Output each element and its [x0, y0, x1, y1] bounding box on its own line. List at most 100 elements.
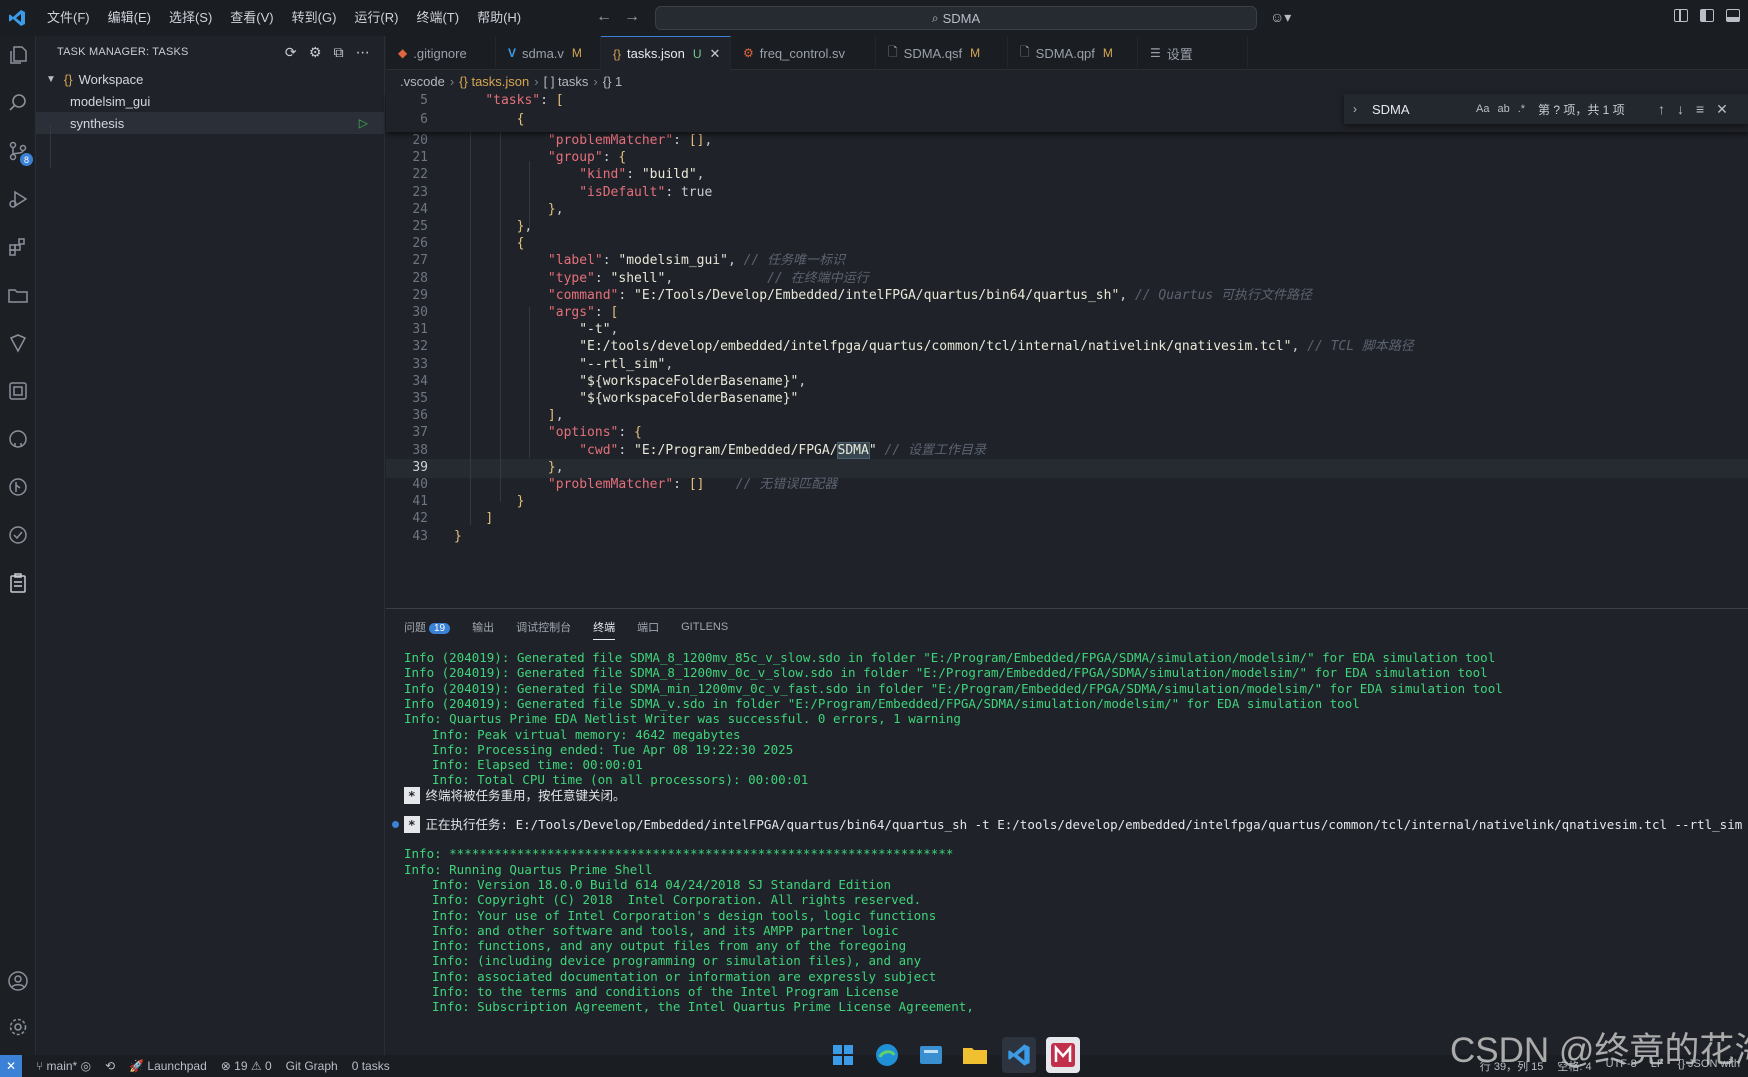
- tab-gitlens[interactable]: GITLENS: [681, 621, 728, 633]
- code-editor[interactable]: 5 "tasks": [6 { 20 "problemMatcher": [],…: [386, 92, 1748, 608]
- find-input[interactable]: SDMA: [1366, 102, 1476, 117]
- tasks-indicator[interactable]: 0 tasks: [352, 1059, 390, 1073]
- tab-debug-console[interactable]: 调试控制台: [516, 619, 571, 635]
- sync-icon[interactable]: ⟲: [105, 1059, 115, 1073]
- modelsim-taskbar-icon[interactable]: [1046, 1037, 1080, 1073]
- code-line[interactable]: 31 "-t",: [386, 321, 1748, 340]
- vscode-taskbar-icon[interactable]: [1002, 1037, 1036, 1073]
- back-arrow-icon[interactable]: ←: [596, 8, 612, 26]
- breadcrumb-item[interactable]: [ ] tasks: [544, 74, 589, 89]
- toggle-panel-icon[interactable]: [1726, 9, 1740, 22]
- tab-freq-control[interactable]: ⚙ freq_control.sv: [731, 36, 876, 70]
- gitlens-icon[interactable]: [3, 328, 33, 358]
- tab-sdma-v[interactable]: V sdma.v M: [496, 36, 601, 70]
- branch-indicator[interactable]: ⑂ main* ◎: [36, 1059, 91, 1073]
- breadcrumb-item[interactable]: .vscode: [400, 74, 445, 89]
- menu-terminal[interactable]: 终端(T): [407, 0, 468, 36]
- code-line[interactable]: 35 "${workspaceFolderBasename}": [386, 390, 1748, 409]
- menu-selection[interactable]: 选择(S): [160, 0, 221, 36]
- code-line[interactable]: 34 "${workspaceFolderBasename}",: [386, 373, 1748, 392]
- copilot-icon[interactable]: ☺▾: [1270, 9, 1291, 26]
- command-center-search[interactable]: ⌕ SDMA: [655, 6, 1257, 30]
- testing-icon[interactable]: [3, 520, 33, 550]
- tab-sdma-qsf[interactable]: 🗋 SDMA.qsf M: [876, 36, 1008, 70]
- menu-help[interactable]: 帮助(H): [468, 0, 530, 36]
- code-line[interactable]: 37 "options": {: [386, 424, 1748, 443]
- edge-browser-icon[interactable]: [870, 1037, 904, 1073]
- forward-arrow-icon[interactable]: →: [624, 8, 640, 26]
- customize-layout-icon[interactable]: [1674, 9, 1688, 22]
- windows-start-icon[interactable]: [826, 1037, 860, 1073]
- toggle-sidebar-icon[interactable]: [1700, 9, 1714, 22]
- launchpad-item[interactable]: 🚀 Launchpad: [129, 1059, 207, 1073]
- tab-settings[interactable]: ☰ 设置: [1138, 36, 1248, 70]
- task-manager-icon[interactable]: [3, 568, 33, 598]
- breadcrumb-item[interactable]: {} 1: [603, 74, 623, 89]
- menu-view[interactable]: 查看(V): [221, 0, 282, 36]
- match-case-toggle[interactable]: Aa: [1476, 103, 1489, 115]
- code-line[interactable]: 39 },: [386, 458, 1748, 478]
- toggle-replace-icon[interactable]: ›: [1344, 102, 1366, 116]
- code-line[interactable]: 30 "args": [: [386, 304, 1748, 323]
- folder-icon[interactable]: [3, 280, 33, 310]
- close-icon[interactable]: ✕: [1716, 101, 1728, 118]
- remote-explorer-icon[interactable]: [3, 376, 33, 406]
- whole-word-toggle[interactable]: ab: [1497, 103, 1509, 115]
- code-line[interactable]: 27 "label": "modelsim_gui", // 任务唯一标识: [386, 252, 1748, 271]
- more-actions-icon[interactable]: ⋯: [356, 44, 370, 61]
- tab-problems[interactable]: 问题 19: [404, 619, 451, 635]
- github-icon[interactable]: [3, 424, 33, 454]
- code-line[interactable]: 32 "E:/tools/develop/embedded/intelfpga/…: [386, 338, 1748, 357]
- menu-file[interactable]: 文件(F): [38, 0, 99, 36]
- tab-tasks-json[interactable]: {} tasks.json U ✕: [601, 36, 731, 70]
- find-in-selection-icon[interactable]: ≡: [1696, 101, 1704, 118]
- explorer-icon[interactable]: [3, 40, 33, 70]
- source-control-icon[interactable]: 8: [3, 136, 33, 166]
- menu-go[interactable]: 转到(G): [283, 0, 346, 36]
- settings-icon[interactable]: ⚙: [309, 44, 322, 61]
- git-graph-icon[interactable]: [3, 472, 33, 502]
- file-explorer-icon[interactable]: [958, 1037, 992, 1073]
- search-icon[interactable]: [3, 88, 33, 118]
- app-icon[interactable]: [914, 1037, 948, 1073]
- tab-output[interactable]: 输出: [472, 619, 494, 635]
- code-line[interactable]: 23 "isDefault": true: [386, 184, 1748, 203]
- menu-edit[interactable]: 编辑(E): [99, 0, 160, 36]
- code-line[interactable]: 43}: [386, 528, 1748, 547]
- settings-gear-icon[interactable]: [3, 1012, 33, 1042]
- tab-gitignore[interactable]: ◆ .gitignore: [386, 36, 496, 70]
- tab-terminal[interactable]: 终端: [593, 619, 616, 640]
- code-line[interactable]: 21 "group": {: [386, 149, 1748, 168]
- task-item-synthesis[interactable]: synthesis ▷: [36, 112, 384, 134]
- run-debug-icon[interactable]: [3, 184, 33, 214]
- remote-icon[interactable]: ✕: [0, 1055, 22, 1077]
- account-icon[interactable]: [3, 966, 33, 996]
- workspace-node[interactable]: ▼ {} Workspace: [36, 68, 384, 90]
- close-icon[interactable]: ✕: [710, 46, 721, 62]
- task-item-modelsim-gui[interactable]: modelsim_gui: [36, 90, 384, 112]
- code-line[interactable]: 25 },: [386, 218, 1748, 237]
- code-line[interactable]: 28 "type": "shell", // 在终端中运行: [386, 270, 1748, 289]
- code-line[interactable]: 38 "cwd": "E:/Program/Embedded/FPGA/SDMA…: [386, 441, 1748, 461]
- extensions-icon[interactable]: [3, 232, 33, 262]
- code-line[interactable]: 22 "kind": "build",: [386, 166, 1748, 185]
- refresh-icon[interactable]: ⟳: [285, 44, 297, 61]
- problems-indicator[interactable]: ⊗ 19 ⚠ 0: [221, 1059, 272, 1073]
- code-line[interactable]: 41 }: [386, 493, 1748, 512]
- code-line[interactable]: 24 },: [386, 201, 1748, 220]
- run-task-icon[interactable]: ▷: [359, 116, 368, 130]
- tab-sdma-qpf[interactable]: 🗋 SDMA.qpf M: [1008, 36, 1138, 70]
- previous-match-icon[interactable]: ↑: [1658, 101, 1665, 118]
- collapse-all-icon[interactable]: ⧉: [334, 44, 344, 61]
- git-graph-button[interactable]: Git Graph: [286, 1059, 338, 1073]
- regex-toggle[interactable]: .*: [1518, 103, 1525, 115]
- code-line[interactable]: 40 "problemMatcher": [] // 无错误匹配器: [386, 476, 1748, 495]
- breadcrumb-item[interactable]: {} tasks.json: [459, 74, 529, 89]
- code-line[interactable]: 42 ]: [386, 510, 1748, 529]
- code-line[interactable]: 20 "problemMatcher": [],: [386, 132, 1748, 151]
- next-match-icon[interactable]: ↓: [1677, 101, 1684, 118]
- tab-ports[interactable]: 端口: [637, 619, 659, 635]
- code-line[interactable]: 36 ],: [386, 407, 1748, 426]
- code-line[interactable]: 26 {: [386, 235, 1748, 254]
- code-line[interactable]: 29 "command": "E:/Tools/Develop/Embedded…: [386, 287, 1748, 306]
